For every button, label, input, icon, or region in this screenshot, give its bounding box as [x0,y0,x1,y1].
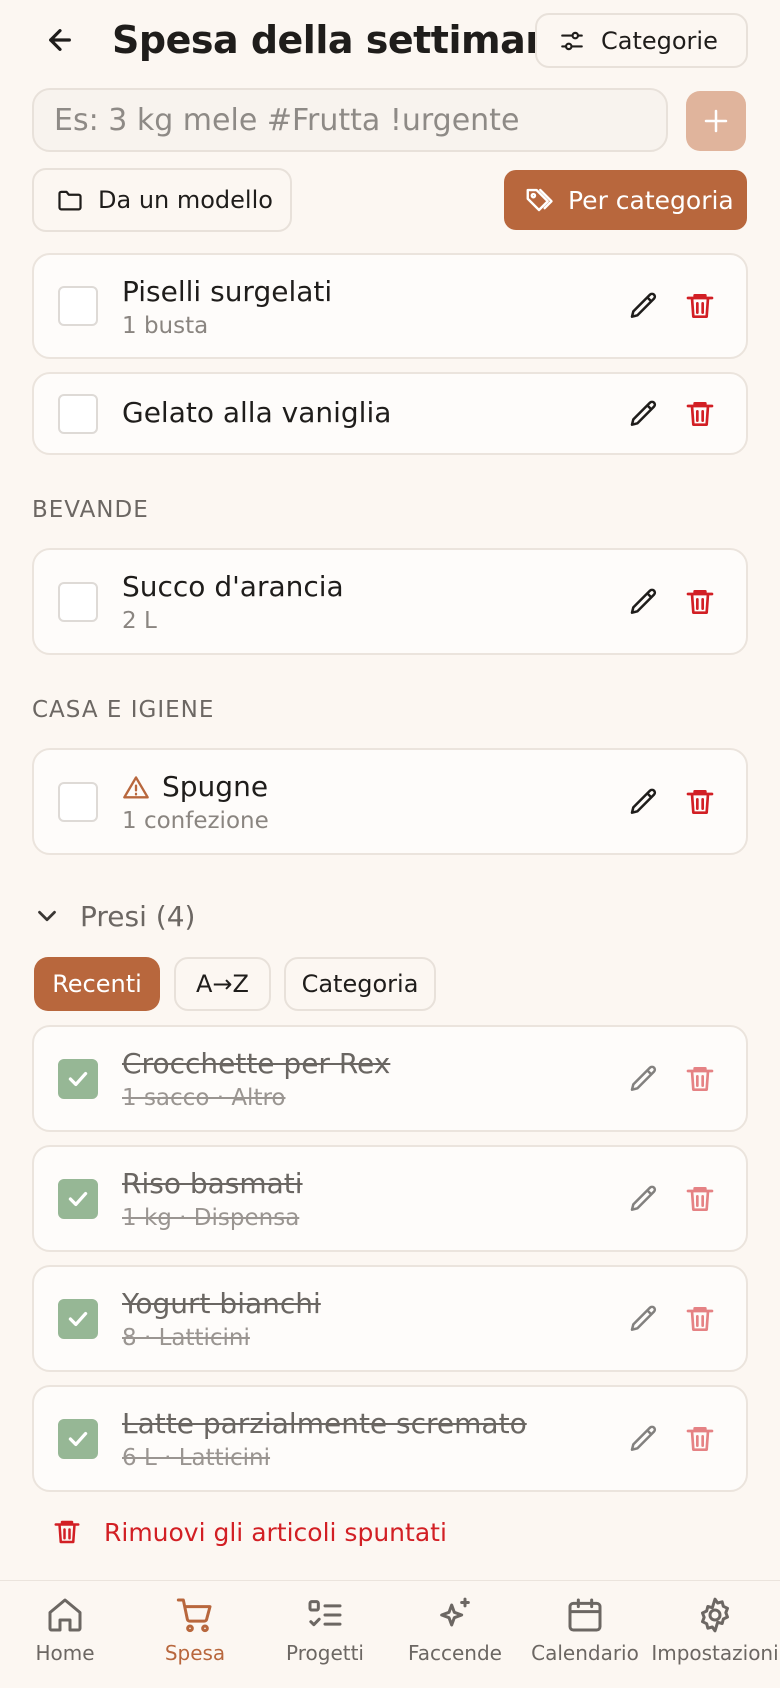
check-icon [68,1191,88,1207]
item-name: Gelato alla vaniglia [122,396,392,429]
sort-chip-category[interactable]: Categoria [284,957,436,1011]
list-item[interactable]: Riso basmati 1 kg · Dispensa [32,1145,748,1252]
list-item[interactable]: Gelato alla vaniglia [32,372,748,455]
check-icon [68,1431,88,1447]
trash-icon [54,1520,80,1544]
item-detail: 8 · Latticini [122,1325,250,1351]
trash-icon[interactable] [684,290,716,322]
trash-icon[interactable] [684,1063,716,1095]
list-item[interactable]: Latte parzialmente scremato 6 L · Lattic… [32,1385,748,1492]
from-template-label: Da un modello [98,186,273,214]
chevron-down-icon [38,910,56,922]
section-label: BEVANDE [32,497,149,523]
section-label: CASA E IGIENE [32,697,215,723]
item-name: Crocchette per Rex [122,1047,391,1080]
trash-icon[interactable] [684,586,716,618]
item-checkbox[interactable] [58,1179,98,1219]
trash-icon[interactable] [684,398,716,430]
trash-icon[interactable] [684,1423,716,1455]
list-item[interactable]: Yogurt bianchi 8 · Latticini [32,1265,748,1372]
item-name: Spugne [162,770,269,803]
nav-label: Progetti [286,1641,364,1665]
remove-checked-button[interactable]: Rimuovi gli articoli spuntati [52,1510,447,1554]
check-icon [68,1311,88,1327]
nav-item-faccende[interactable]: Faccende [390,1595,520,1665]
nav-item-home[interactable]: Home [0,1595,130,1665]
item-checkbox[interactable] [58,1059,98,1099]
page-title: Spesa della settimana [112,18,577,62]
item-checkbox[interactable] [58,286,98,326]
pencil-icon[interactable] [628,1183,660,1215]
nav-item-progetti[interactable]: Progetti [260,1595,390,1665]
pencil-icon[interactable] [628,290,660,322]
item-detail: 1 confezione [122,808,269,834]
nav-label: Home [35,1641,95,1665]
nav-label: Impostazioni [651,1641,779,1665]
pencil-icon[interactable] [628,786,660,818]
item-name: Latte parzialmente scremato [122,1407,527,1440]
list-item[interactable]: Piselli surgelati 1 busta [32,253,748,359]
add-item-button[interactable] [686,91,746,151]
warning-icon [123,776,149,799]
item-name: Piselli surgelati [122,275,333,308]
pencil-icon[interactable] [628,1303,660,1335]
trash-icon[interactable] [684,786,716,818]
folder-icon [58,190,82,211]
item-checkbox[interactable] [58,1419,98,1459]
item-name: Yogurt bianchi [122,1287,321,1320]
item-checkbox[interactable] [58,394,98,434]
add-item-input[interactable]: Es: 3 kg mele #Frutta !urgente [32,88,668,152]
cart-icon [176,1598,212,1633]
item-name: Riso basmati [122,1167,303,1200]
item-detail: 1 kg · Dispensa [122,1205,300,1231]
nav-label: Calendario [531,1641,639,1665]
pencil-icon[interactable] [628,398,660,430]
taken-label: Presi (4) [80,899,196,933]
sort-chip-recent[interactable]: Recenti [34,957,160,1011]
item-checkbox[interactable] [58,582,98,622]
trash-icon[interactable] [684,1183,716,1215]
list-item[interactable]: Crocchette per Rex 1 sacco · Altro [32,1025,748,1132]
sparkles-icon [440,1597,470,1627]
list-item[interactable]: Succo d'arancia 2 L [32,548,748,655]
item-detail: 6 L · Latticini [122,1445,271,1471]
nav-label: Spesa [164,1641,226,1665]
checklist-icon [308,1600,342,1627]
tags-icon [526,188,553,212]
pencil-icon[interactable] [628,1063,660,1095]
gear-icon [701,1597,729,1633]
plus-icon [704,109,728,133]
item-checkbox[interactable] [58,1299,98,1339]
nav-label: Faccende [408,1641,502,1665]
back-button[interactable] [36,16,84,64]
bottom-nav: Home Spesa Progetti Faccende Calendario … [0,1580,780,1688]
categories-button-label: Categorie [601,26,718,55]
pencil-icon[interactable] [628,1423,660,1455]
check-icon [68,1071,88,1087]
sort-chip-alpha[interactable]: A→Z [174,957,271,1011]
by-category-button[interactable]: Per categoria [504,170,747,230]
arrow-left-icon [49,29,71,51]
by-category-label: Per categoria [568,185,734,215]
list-item[interactable]: Spugne 1 confezione [32,748,748,855]
taken-toggle[interactable]: Presi (4) [32,896,195,936]
item-detail: 1 sacco · Altro [122,1085,286,1111]
sliders-icon [561,31,583,50]
categories-button[interactable]: Categorie [535,13,748,68]
item-detail: 2 L [122,608,157,634]
nav-item-spesa[interactable]: Spesa [130,1595,260,1665]
calendar-icon [568,1598,602,1632]
item-checkbox[interactable] [58,782,98,822]
nav-item-impostazioni[interactable]: Impostazioni [650,1595,780,1665]
from-template-button[interactable]: Da un modello [32,168,292,232]
trash-icon[interactable] [684,1303,716,1335]
add-item-placeholder: Es: 3 kg mele #Frutta !urgente [54,102,520,138]
item-detail: 1 busta [122,313,209,339]
remove-checked-label: Rimuovi gli articoli spuntati [104,1517,447,1547]
item-name: Succo d'arancia [122,570,344,603]
nav-item-calendario[interactable]: Calendario [520,1595,650,1665]
home-icon [48,1598,82,1632]
pencil-icon[interactable] [628,586,660,618]
